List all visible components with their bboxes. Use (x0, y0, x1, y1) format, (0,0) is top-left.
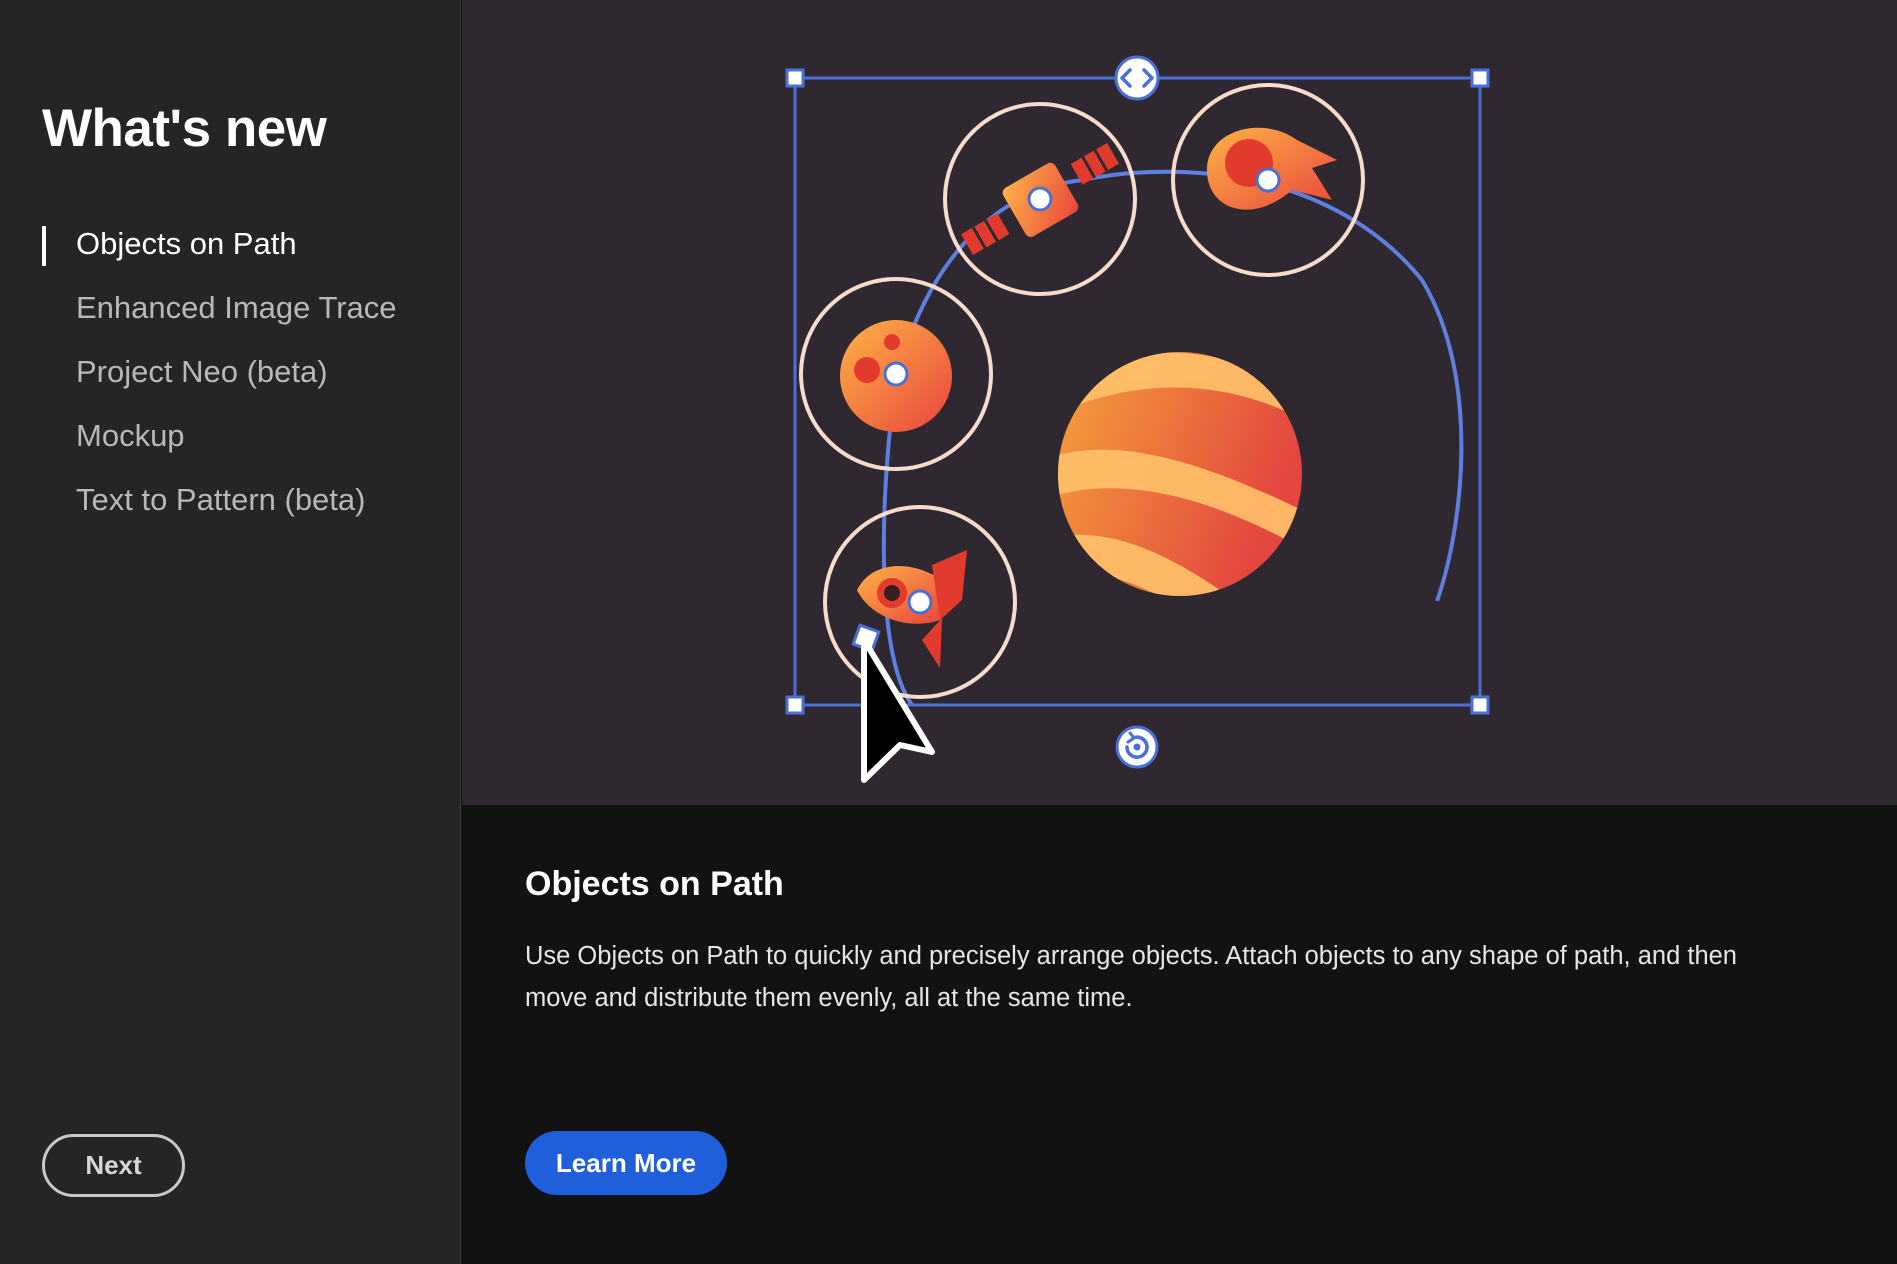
learn-more-button[interactable]: Learn More (525, 1131, 727, 1195)
nav-item-label: Project Neo (beta) (76, 354, 328, 389)
satellite-icon (943, 102, 1137, 296)
sidebar: What's new Objects on Path Enhanced Imag… (0, 0, 461, 1264)
feature-description: Use Objects on Path to quickly and preci… (525, 942, 1737, 1012)
feature-title: Objects on Path (525, 865, 784, 903)
striped-planet (1058, 352, 1302, 596)
nav-item-enhanced-image-trace[interactable]: Enhanced Image Trace (42, 286, 397, 350)
distribute-handle-icon[interactable] (1114, 55, 1160, 101)
nav-item-label: Text to Pattern (beta) (76, 482, 366, 517)
feature-details: Objects on Path Use Objects on Path to q… (462, 805, 1897, 1264)
resize-handle-top-left[interactable] (785, 68, 805, 88)
feature-nav-list: Objects on Path Enhanced Image Trace Pro… (42, 222, 397, 542)
objects-on-path-illustration (785, 55, 1490, 783)
comet-icon (1171, 83, 1365, 277)
resize-handle-top-right[interactable] (1470, 68, 1490, 88)
nav-item-mockup[interactable]: Mockup (42, 414, 397, 478)
sidebar-title: What's new (42, 99, 327, 158)
active-indicator (42, 226, 46, 266)
nav-item-label: Objects on Path (76, 226, 297, 261)
planet-icon (799, 277, 993, 471)
next-button[interactable]: Next (42, 1134, 185, 1197)
nav-item-label: Mockup (76, 418, 185, 453)
rotate-handle-icon[interactable] (1115, 725, 1159, 769)
pointer-cursor-icon (861, 637, 935, 783)
nav-item-label: Enhanced Image Trace (76, 290, 397, 325)
whats-new-dialog: What's new Objects on Path Enhanced Imag… (0, 0, 1897, 1264)
feature-illustration (462, 0, 1897, 805)
nav-item-project-neo[interactable]: Project Neo (beta) (42, 350, 397, 414)
nav-item-objects-on-path[interactable]: Objects on Path (42, 222, 397, 286)
rocket-icon (823, 505, 1017, 699)
resize-handle-bottom-left[interactable] (785, 695, 805, 715)
nav-item-text-to-pattern[interactable]: Text to Pattern (beta) (42, 478, 397, 542)
resize-handle-bottom-right[interactable] (1470, 695, 1490, 715)
